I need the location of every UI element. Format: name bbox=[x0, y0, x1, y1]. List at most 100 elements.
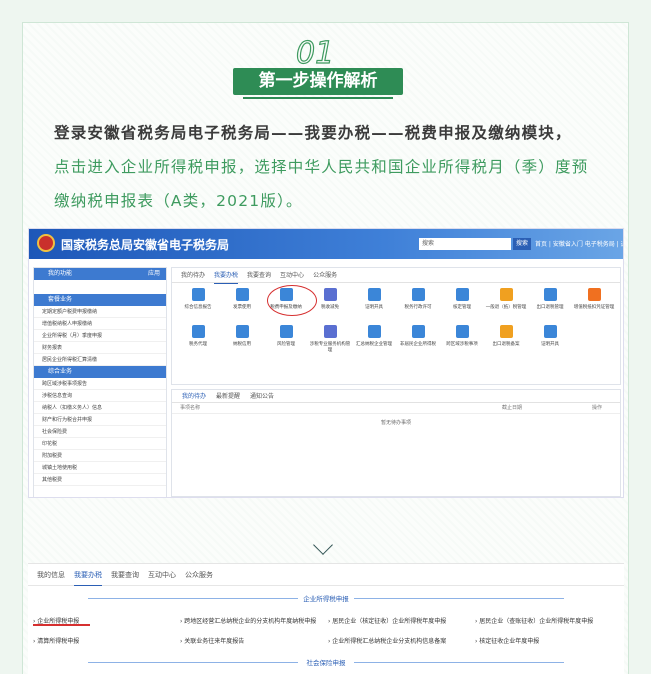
service-icon bbox=[323, 325, 337, 338]
nav-item[interactable]: 互动中心 bbox=[148, 564, 176, 586]
tab-item[interactable]: 我要查询 bbox=[247, 268, 271, 283]
service-icon-label: 涉税专业服务机构管理 bbox=[309, 342, 351, 353]
col-action: 操作 bbox=[592, 405, 603, 411]
nav-item[interactable]: 公众服务 bbox=[185, 564, 213, 586]
service-icon-item[interactable]: 跨区域涉税事项 bbox=[440, 325, 484, 347]
sidebar-header-right[interactable]: 应用 bbox=[148, 268, 160, 280]
todo-tab[interactable]: 我的待办 bbox=[182, 393, 206, 400]
search-input[interactable]: 搜索 bbox=[419, 238, 511, 250]
service-icon bbox=[543, 288, 557, 301]
sidebar-header-functions[interactable]: 我的功能 应用 bbox=[34, 268, 166, 280]
service-icon bbox=[411, 325, 425, 338]
sidebar-item[interactable]: 财产和行为税合并申报 bbox=[34, 414, 166, 426]
todo-table-header: 事项名称 截止日期 操作 bbox=[172, 403, 620, 414]
step-title: 第一步操作解析 bbox=[233, 68, 403, 99]
service-icon-item[interactable]: 证明开具 bbox=[528, 325, 572, 347]
service-icon-item[interactable]: 核定管理 bbox=[440, 288, 484, 310]
service-link[interactable]: › 企业所得税汇总纳税企业分支机构信息备案 bbox=[328, 636, 446, 645]
service-icon-label: 综合信息报告 bbox=[184, 305, 212, 310]
sidebar-item[interactable]: 跨区域涉税事项报告 bbox=[34, 378, 166, 390]
todo-tab[interactable]: 通知公告 bbox=[250, 393, 274, 400]
service-icon bbox=[323, 288, 337, 301]
sidebar-item[interactable]: 企业所得税（月）季度申报 bbox=[34, 330, 166, 342]
sidebar-item[interactable]: 居民企业所得税汇算清缴 bbox=[34, 354, 166, 366]
tab-item[interactable]: 我的待办 bbox=[181, 268, 205, 283]
search-button[interactable]: 搜索 bbox=[513, 238, 531, 250]
service-icon bbox=[499, 325, 513, 338]
sidebar-item[interactable]: 增值税纳税人申报缴纳 bbox=[34, 318, 166, 330]
col-deadline: 截止日期 bbox=[502, 405, 523, 411]
intro-line-1: 登录安徽省税务局电子税务局——我要办税——税费申报及缴纳模块， bbox=[54, 124, 572, 142]
service-icon-item[interactable]: 发票使用 bbox=[220, 288, 264, 310]
portal-sidebar: 我的功能 应用 套餐业务 定期定额户税费申报缴纳 增值税纳税人申报缴纳 企业所得税（月… bbox=[33, 267, 167, 497]
tab-item[interactable]: 我要办税 bbox=[214, 268, 239, 284]
service-icon-item[interactable]: 涉税专业服务机构管理 bbox=[308, 325, 352, 353]
service-icon bbox=[191, 288, 205, 301]
todo-tab[interactable]: 最新提醒 bbox=[216, 393, 240, 400]
sidebar-item[interactable]: 城镇土地使用税 bbox=[34, 462, 166, 474]
sidebar-header-general[interactable]: 综合业务 bbox=[34, 366, 166, 378]
service-icon-item[interactable]: 出口退税备案 bbox=[484, 325, 528, 347]
main-tabs: 我的待办 我要办税 我要查询 互动中心 公众服务 bbox=[172, 268, 620, 284]
portal-site-name: 国家税务总局安徽省电子税务局 bbox=[61, 238, 230, 252]
service-icon bbox=[543, 325, 557, 338]
service-link[interactable]: › 居民企业（核定征收）企业所得税年度申报 bbox=[328, 616, 446, 625]
portal-screenshot-2: 我的信息 我要办税 我要查询 互动中心 公众服务 企业所得税申报 › 企业所得税申报 › … bbox=[28, 563, 624, 674]
sidebar-item[interactable]: 财务报表 bbox=[34, 342, 166, 354]
service-icon bbox=[455, 325, 469, 338]
service-icon-item[interactable]: 增值税抵扣凭证管理 bbox=[572, 288, 616, 310]
service-icon-label: 出口退税备案 bbox=[492, 342, 520, 347]
service-icon bbox=[235, 325, 249, 338]
service-icon-item[interactable]: 汇总纳税企业管理 bbox=[352, 325, 396, 347]
sidebar-item[interactable]: 纳税人（扣缴义务人）信息 bbox=[34, 402, 166, 414]
sidebar-item[interactable]: 涉税信息查询 bbox=[34, 390, 166, 402]
service-icon-item[interactable]: 风险管理 bbox=[264, 325, 308, 347]
service-icon-label: 证明开具 bbox=[365, 305, 383, 310]
service-icon-label: 一般退（抵）税管理 bbox=[485, 305, 527, 310]
highlight-underline bbox=[33, 624, 90, 626]
sidebar-item[interactable]: 印花税 bbox=[34, 438, 166, 450]
tab-item[interactable]: 公众服务 bbox=[313, 268, 337, 283]
service-icon-item[interactable]: 税务行政许可 bbox=[396, 288, 440, 310]
service-link[interactable]: › 核定征收企业年度申报 bbox=[475, 636, 539, 645]
sidebar-item[interactable]: 定期定额户税费申报缴纳 bbox=[34, 306, 166, 318]
service-icon-item[interactable]: 一般退（抵）税管理 bbox=[484, 288, 528, 310]
service-icon-item[interactable]: 纳税信用 bbox=[220, 325, 264, 347]
tab-item[interactable]: 互动中心 bbox=[280, 268, 304, 283]
service-icon bbox=[367, 288, 381, 301]
sidebar-header-packages[interactable]: 套餐业务 bbox=[34, 294, 166, 306]
service-link[interactable]: › 清算所得税申报 bbox=[33, 636, 79, 645]
service-icon-label: 证明开具 bbox=[541, 342, 559, 347]
service-icon-item[interactable]: 证明开具 bbox=[352, 288, 396, 310]
service-icon-label: 汇总纳税企业管理 bbox=[356, 342, 392, 347]
todo-tabs: 我的待办 最新提醒 通知公告 bbox=[172, 390, 620, 403]
nav-item[interactable]: 我的信息 bbox=[37, 564, 65, 586]
service-icon-label: 发票使用 bbox=[233, 305, 251, 310]
service-icon bbox=[499, 288, 513, 301]
service-link[interactable]: › 关联业务往来年度报告 bbox=[180, 636, 244, 645]
service-icon-item[interactable]: 综合信息报告 bbox=[176, 288, 220, 310]
sidebar-item[interactable]: 附加税费 bbox=[34, 450, 166, 462]
service-icon-item[interactable]: 非居民企业所得税 bbox=[396, 325, 440, 347]
service-link[interactable]: › 居民企业（查账征收）企业所得税年度申报 bbox=[475, 616, 593, 625]
col-name: 事项名称 bbox=[180, 405, 201, 411]
portal2-nav: 我的信息 我要办税 我要查询 互动中心 公众服务 bbox=[28, 564, 624, 586]
service-icon-label: 核定管理 bbox=[453, 305, 471, 310]
nav-item[interactable]: 我要办税 bbox=[74, 565, 102, 586]
sidebar-header-label: 我的功能 bbox=[48, 270, 73, 277]
service-icon-item[interactable]: 出口退税管理 bbox=[528, 288, 572, 310]
service-icon-item[interactable]: 税务代理 bbox=[176, 325, 220, 347]
service-icon-label: 纳税信用 bbox=[233, 342, 251, 347]
nav-item[interactable]: 我要查询 bbox=[111, 564, 139, 586]
service-icon-label: 出口退税管理 bbox=[536, 305, 564, 310]
service-icon-label: 税务代理 bbox=[189, 342, 207, 347]
service-icon bbox=[367, 325, 381, 338]
highlight-circle bbox=[267, 285, 317, 316]
todo-panel: 我的待办 最新提醒 通知公告 事项名称 截止日期 操作 暂无待办事项 bbox=[171, 389, 621, 497]
service-icon bbox=[191, 325, 205, 338]
sidebar-item[interactable]: 其他税费 bbox=[34, 474, 166, 486]
service-link[interactable]: › 跨地区经营汇总纳税企业的分支机构年度纳税申报 bbox=[180, 616, 316, 625]
header-links[interactable]: 首页 | 安徽省入门 电子税务局 | 退出 bbox=[535, 239, 623, 248]
sidebar-item[interactable]: 社会保险费 bbox=[34, 426, 166, 438]
portal-main-panel: 我的待办 我要办税 我要查询 互动中心 公众服务 综合信息报告 发票使用 税费申报及缴纳 税收… bbox=[171, 267, 621, 385]
